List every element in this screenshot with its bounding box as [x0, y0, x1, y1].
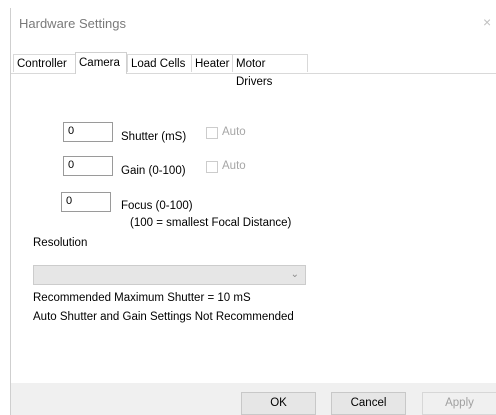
- cancel-button[interactable]: Cancel: [331, 392, 406, 415]
- focus-label: Focus (0-100): [121, 200, 193, 212]
- tab-motor-drivers[interactable]: Motor Drivers: [232, 54, 308, 88]
- shutter-input[interactable]: 0: [63, 122, 113, 142]
- auto-warning-note: Auto Shutter and Gain Settings Not Recom…: [33, 311, 294, 323]
- gain-auto-label: Auto: [222, 160, 246, 172]
- apply-button[interactable]: Apply: [422, 392, 496, 415]
- shutter-recommendation-note: Recommended Maximum Shutter = 10 mS: [33, 292, 251, 304]
- shutter-label: Shutter (mS): [121, 131, 187, 143]
- resolution-label: Resolution: [33, 237, 88, 249]
- gain-input[interactable]: 0: [63, 156, 113, 176]
- focus-hint: (100 = smallest Focal Distance): [130, 217, 292, 229]
- gain-label: Gain (0-100): [121, 165, 186, 177]
- tab-strip: Controller Camera Load Cells Heater Moto…: [11, 52, 496, 88]
- button-bar: OK Cancel Apply: [11, 383, 496, 415]
- tab-heater[interactable]: Heater: [191, 54, 233, 72]
- title-bar: Hardware Settings ×: [11, 8, 496, 38]
- resolution-select[interactable]: ⌄: [33, 265, 306, 285]
- shutter-auto-label: Auto: [222, 126, 246, 138]
- gain-auto-checkbox[interactable]: [206, 161, 218, 173]
- tab-load-cells[interactable]: Load Cells: [127, 54, 192, 72]
- ok-button[interactable]: OK: [241, 392, 316, 415]
- tab-camera[interactable]: Camera: [75, 52, 127, 74]
- window-title: Hardware Settings: [19, 16, 126, 31]
- shutter-auto-checkbox[interactable]: [206, 127, 218, 139]
- focus-input[interactable]: 0: [61, 192, 111, 212]
- close-icon[interactable]: ×: [483, 14, 496, 30]
- hardware-settings-dialog: Hardware Settings × Controller Camera Lo…: [10, 8, 496, 415]
- tab-controller[interactable]: Controller: [13, 54, 76, 72]
- chevron-down-icon: ⌄: [290, 269, 299, 280]
